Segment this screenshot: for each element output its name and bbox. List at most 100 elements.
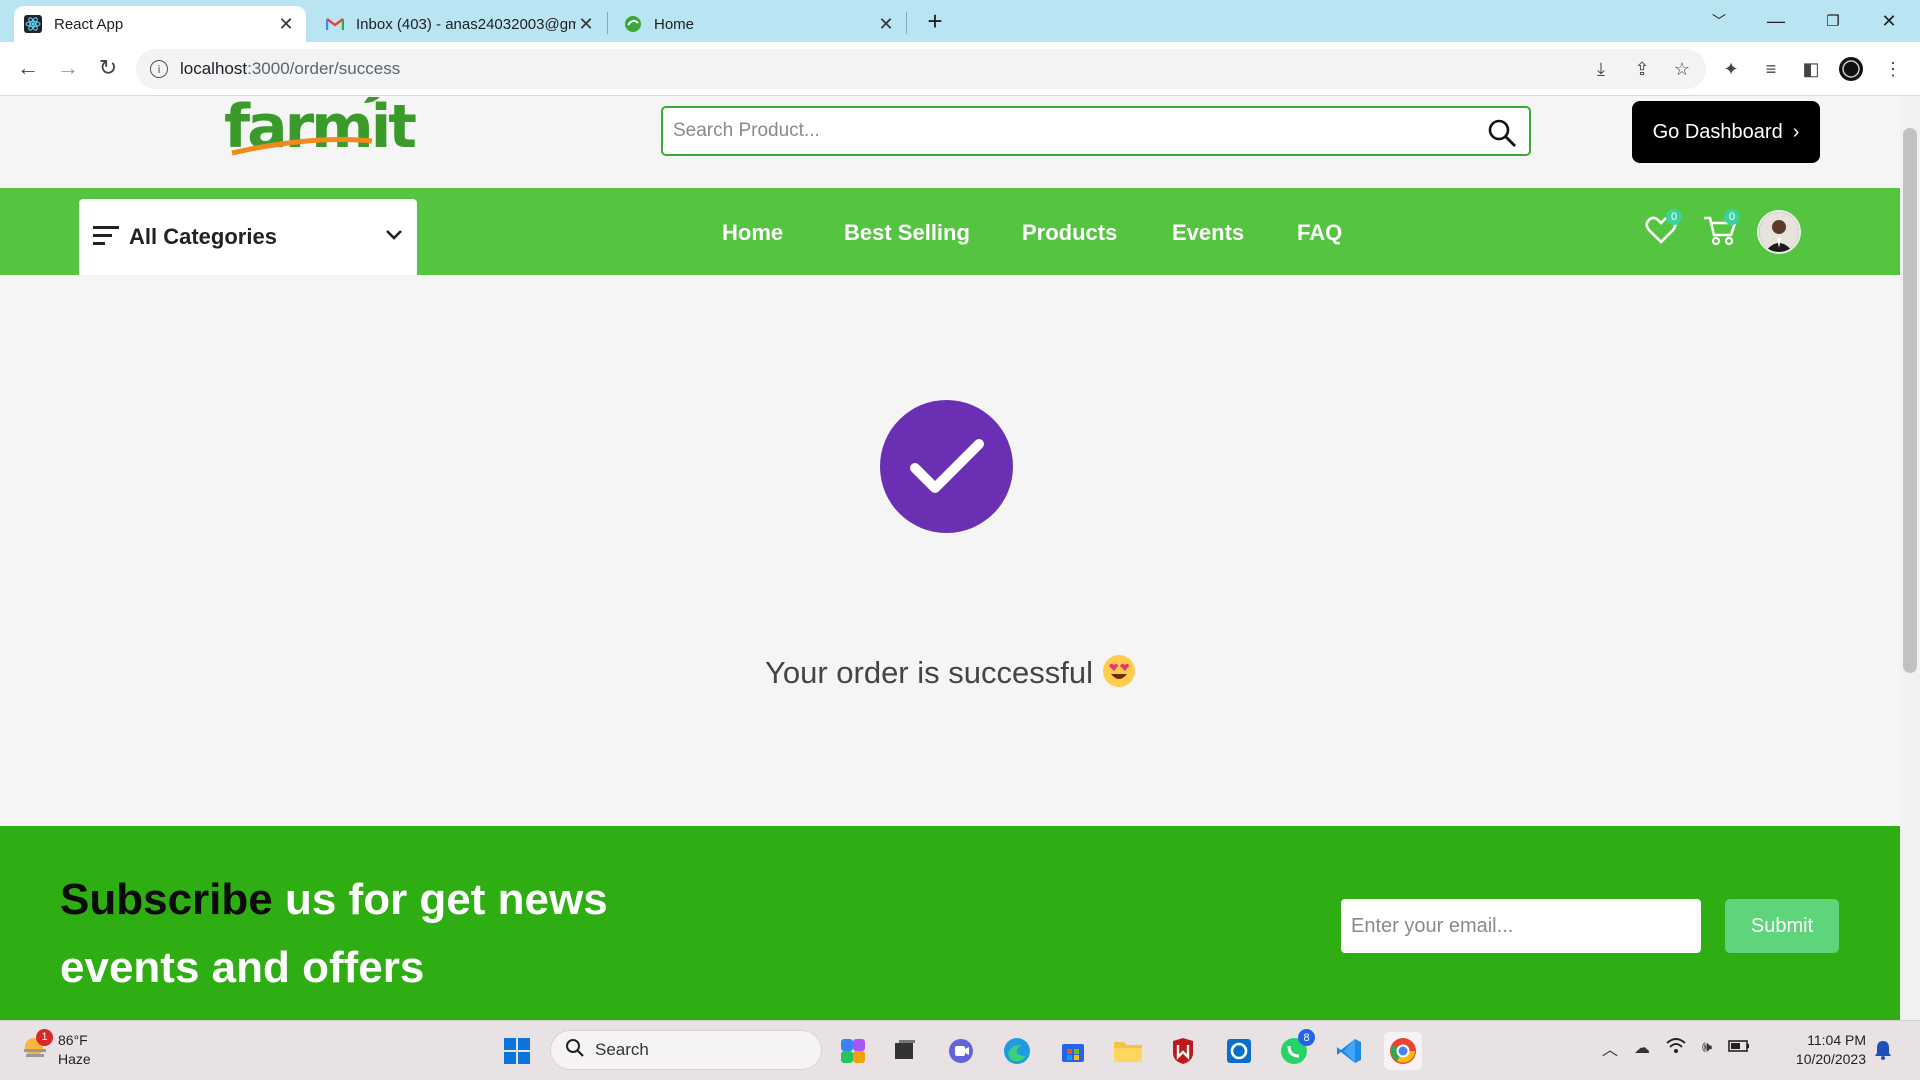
farmit-logo[interactable]: farmit xyxy=(222,97,422,167)
success-check-icon xyxy=(880,400,1013,533)
chevron-right-icon: › xyxy=(1792,120,1800,143)
whatsapp-icon[interactable]: 8 xyxy=(1275,1029,1315,1070)
search-input[interactable] xyxy=(673,120,1453,142)
weather-haze-icon: 1 xyxy=(20,1028,53,1068)
weather-temp: 86°F xyxy=(58,1032,88,1048)
go-dashboard-label: Go Dashboard xyxy=(1652,120,1783,143)
cart-count-badge: 0 xyxy=(1724,209,1740,225)
install-app-icon[interactable]: ⤓ xyxy=(1586,54,1616,84)
scrollbar-thumb[interactable] xyxy=(1903,128,1917,673)
taskbar-search[interactable]: Search xyxy=(550,1030,822,1070)
tab-separator xyxy=(906,12,907,34)
edge-icon[interactable] xyxy=(998,1032,1036,1070)
browser-tab-strip: React App ✕ Inbox (403) - anas24032003@g… xyxy=(0,0,1920,42)
user-avatar[interactable] xyxy=(1757,210,1801,254)
wifi-icon[interactable] xyxy=(1666,1037,1686,1059)
chevron-down-icon xyxy=(385,228,403,246)
close-icon[interactable]: ✕ xyxy=(876,14,896,35)
gmail-icon xyxy=(326,15,344,33)
tab-title: Home xyxy=(654,15,695,33)
close-icon[interactable]: ✕ xyxy=(276,14,296,35)
clock-date: 10/20/2023 xyxy=(1795,1051,1866,1067)
minimize-button[interactable]: — xyxy=(1753,6,1799,36)
forward-button[interactable]: → xyxy=(52,52,84,84)
clock-time: 11:04 PM xyxy=(1807,1032,1866,1048)
site-info-icon[interactable]: i xyxy=(150,60,168,78)
profile-avatar-icon[interactable] xyxy=(1836,54,1866,84)
wishlist-count-badge: 0 xyxy=(1666,209,1682,225)
tab-search-chevron-icon[interactable]: ﹀ xyxy=(1696,6,1742,36)
taskbar-clock[interactable]: 11:04 PM 10/20/2023 xyxy=(1786,1031,1866,1069)
nav-products[interactable]: Products xyxy=(1022,220,1117,246)
menu-lines-icon xyxy=(93,224,119,251)
close-icon[interactable]: ✕ xyxy=(576,14,596,35)
search-icon xyxy=(565,1038,585,1063)
onedrive-cloud-icon[interactable]: ☁ xyxy=(1634,1038,1650,1058)
wishlist-button[interactable]: 0 xyxy=(1644,209,1684,253)
go-dashboard-button[interactable]: Go Dashboard › xyxy=(1632,101,1820,163)
cart-icon xyxy=(1702,216,1738,251)
nav-faq[interactable]: FAQ xyxy=(1297,220,1342,246)
tab-home[interactable]: Home ✕ xyxy=(614,6,906,42)
heart-icon xyxy=(1644,216,1678,251)
vscode-icon[interactable] xyxy=(1330,1032,1368,1070)
task-view-icon[interactable] xyxy=(886,1032,924,1070)
file-explorer-icon[interactable] xyxy=(1109,1032,1147,1070)
search-box xyxy=(661,106,1531,156)
new-tab-button[interactable]: + xyxy=(912,6,958,36)
react-icon xyxy=(24,15,42,33)
copilot-icon[interactable] xyxy=(834,1032,872,1070)
submit-button[interactable]: Submit xyxy=(1725,899,1839,953)
order-success-message: Your order is successful xyxy=(0,655,1900,691)
windows-start-icon[interactable] xyxy=(498,1032,536,1070)
tab-react-app[interactable]: React App ✕ xyxy=(14,6,306,42)
taskbar-search-label: Search xyxy=(595,1040,649,1059)
whatsapp-badge: 8 xyxy=(1298,1029,1315,1046)
tab-title: React App xyxy=(54,15,124,33)
battery-icon[interactable] xyxy=(1728,1039,1750,1058)
media-controls-icon[interactable]: ≡ xyxy=(1756,54,1786,84)
chevron-up-icon[interactable]: ︿ xyxy=(1602,1036,1618,1060)
back-button[interactable]: ← xyxy=(12,52,44,84)
subscribe-heading: Subscribe us for get news events and off… xyxy=(60,875,608,992)
nav-events[interactable]: Events xyxy=(1172,220,1244,246)
weather-widget[interactable]: 1 86°F Haze xyxy=(20,1028,91,1069)
heart-eyes-emoji-icon xyxy=(1102,655,1135,687)
cart-button[interactable]: 0 xyxy=(1702,209,1742,253)
windows-taskbar: 1 86°FHaze Search 8 ︿ ☁ 🕪 11:04 PM 10/2 xyxy=(0,1020,1920,1080)
teams-chat-icon[interactable] xyxy=(942,1032,980,1070)
restore-button[interactable]: ❐ xyxy=(1810,6,1856,36)
subscribe-footer: Subscribe us for get news events and off… xyxy=(0,826,1900,1020)
order-success-text: Your order is successful xyxy=(765,655,1093,690)
nav-home[interactable]: Home xyxy=(722,220,783,246)
side-panel-icon[interactable]: ◧ xyxy=(1796,54,1826,84)
all-categories-dropdown[interactable]: All Categories xyxy=(79,199,417,275)
search-icon[interactable] xyxy=(1487,118,1517,153)
extensions-icon[interactable]: ✦ xyxy=(1716,54,1746,84)
system-tray: ︿ ☁ 🕪 xyxy=(1602,1036,1750,1060)
email-input[interactable] xyxy=(1341,899,1701,953)
nav-best-selling[interactable]: Best Selling xyxy=(844,220,970,246)
chrome-icon[interactable] xyxy=(1384,1032,1422,1070)
microsoft-store-icon[interactable] xyxy=(1054,1032,1092,1070)
all-categories-label: All Categories xyxy=(129,224,277,249)
tab-title: Inbox (403) - anas24032003@gm xyxy=(356,15,576,33)
chrome-menu-icon[interactable]: ⋮ xyxy=(1878,54,1908,84)
window-close-button[interactable]: ✕ xyxy=(1866,6,1912,36)
main-navbar: All Categories Home Best Selling Product… xyxy=(0,188,1900,275)
bookmark-star-icon[interactable]: ☆ xyxy=(1667,54,1697,84)
url-text: localhost:3000/order/success xyxy=(180,59,401,78)
share-icon[interactable]: ⇪ xyxy=(1627,54,1657,84)
address-bar[interactable]: i localhost:3000/order/success xyxy=(136,49,1706,89)
tab-separator xyxy=(607,12,608,34)
cortana-app-icon[interactable] xyxy=(1220,1032,1258,1070)
web-page: farmit Go Dashboard › All Categories Hom… xyxy=(0,97,1900,1020)
tab-gmail[interactable]: Inbox (403) - anas24032003@gm ✕ xyxy=(316,6,606,42)
notification-bell-icon[interactable] xyxy=(1874,1039,1892,1066)
site-icon xyxy=(624,15,642,33)
reload-button[interactable]: ↻ xyxy=(92,52,124,84)
mcafee-icon[interactable] xyxy=(1164,1032,1202,1070)
volume-icon[interactable]: 🕪 xyxy=(1702,1039,1712,1057)
browser-toolbar: ← → ↻ i localhost:3000/order/success ⤓ ⇪… xyxy=(0,42,1920,96)
weather-desc: Haze xyxy=(58,1051,91,1067)
